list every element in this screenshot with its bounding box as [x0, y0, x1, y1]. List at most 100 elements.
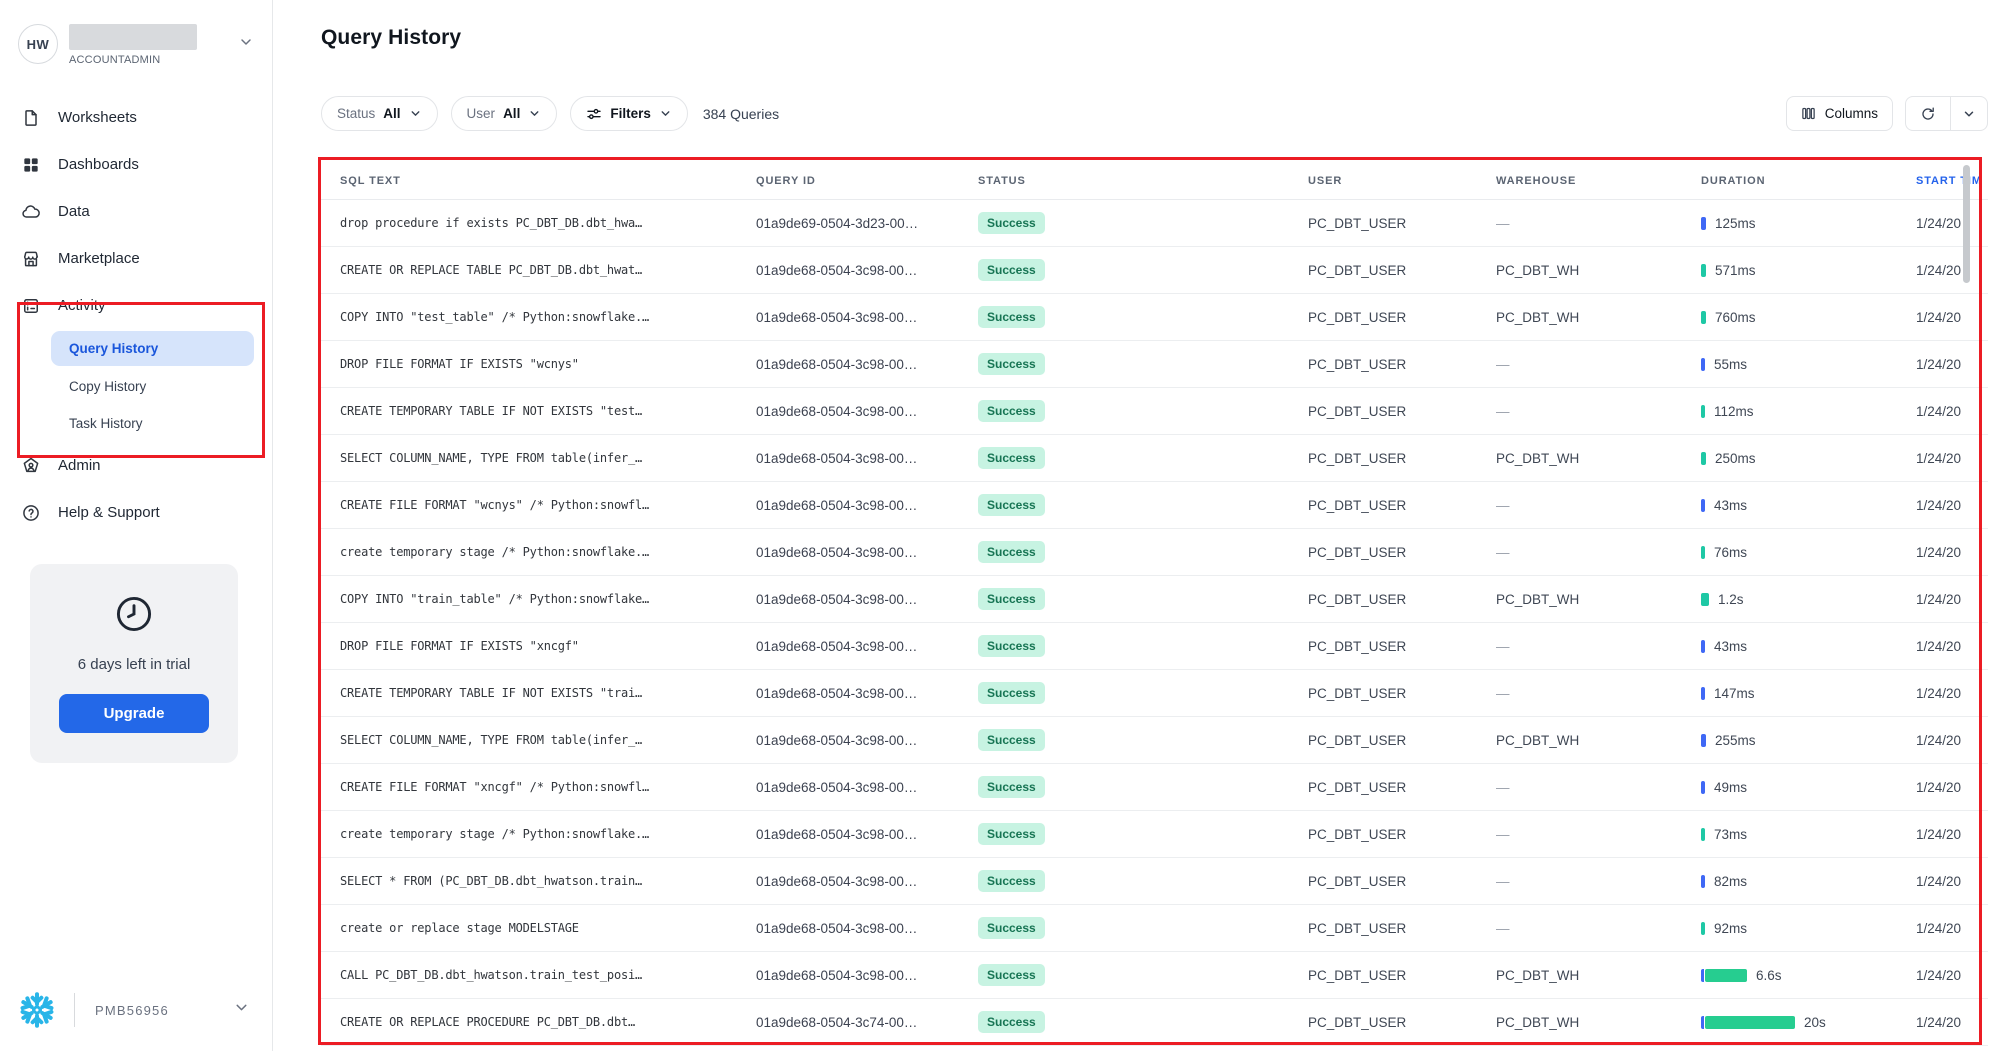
duration-cell: 147ms — [1701, 686, 1916, 701]
status-badge: Success — [978, 400, 1045, 422]
duration-label: 147ms — [1714, 686, 1755, 701]
avatar: HW — [18, 24, 58, 64]
columns-button[interactable]: Columns — [1786, 96, 1893, 131]
table-row[interactable]: CREATE FILE FORMAT "wcnys" /* Python:sno… — [321, 482, 1988, 529]
query-id-cell: 01a9de68-0504-3c98-00… — [756, 780, 978, 795]
column-header-start-time[interactable]: START TIME — [1916, 175, 1988, 187]
user-cell: PC_DBT_USER — [1308, 451, 1496, 466]
account-switcher[interactable]: HW ACCOUNTADMIN — [0, 0, 272, 66]
table-row[interactable]: COPY INTO "test_table" /* Python:snowfla… — [321, 294, 1988, 341]
refresh-icon — [1920, 106, 1936, 122]
column-header-status[interactable]: STATUS — [978, 175, 1308, 187]
query-history-table: SQL TEXT QUERY ID STATUS USER WAREHOUSE … — [321, 162, 1988, 1046]
table-row[interactable]: DROP FILE FORMAT IF EXISTS "wcnys" 01a9d… — [321, 341, 1988, 388]
sidebar-subitem-task-history[interactable]: Task History — [0, 405, 272, 442]
toolbar: Status All User All Filters 384 Queries … — [321, 96, 1988, 131]
duration-bar — [1701, 546, 1705, 559]
sql-text-cell: CREATE FILE FORMAT "wcnys" /* Python:sno… — [340, 498, 756, 512]
sidebar-item-data[interactable]: Data — [0, 188, 272, 235]
table-row[interactable]: CREATE TEMPORARY TABLE IF NOT EXISTS "te… — [321, 388, 1988, 435]
query-id-cell: 01a9de68-0504-3c98-00… — [756, 921, 978, 936]
sql-text-cell: CREATE OR REPLACE PROCEDURE PC_DBT_DB.db… — [340, 1015, 756, 1029]
duration-bar — [1701, 640, 1705, 653]
table-row[interactable]: create temporary stage /* Python:snowfla… — [321, 811, 1988, 858]
duration-cell: 49ms — [1701, 780, 1916, 795]
column-header-query-id[interactable]: QUERY ID — [756, 175, 978, 187]
column-header-duration[interactable]: DURATION — [1701, 175, 1916, 187]
columns-button-label: Columns — [1825, 106, 1878, 121]
sql-text-cell: DROP FILE FORMAT IF EXISTS "wcnys" — [340, 357, 756, 371]
table-row[interactable]: SELECT COLUMN_NAME, TYPE FROM table(infe… — [321, 435, 1988, 482]
account-name-redacted — [69, 24, 197, 50]
vertical-scrollbar-thumb[interactable] — [1963, 165, 1970, 283]
duration-bar — [1701, 499, 1705, 512]
sidebar-subitem-query-history[interactable]: Query History — [51, 331, 254, 366]
table-row[interactable]: DROP FILE FORMAT IF EXISTS "xncgf" 01a9d… — [321, 623, 1988, 670]
status-badge: Success — [978, 259, 1045, 281]
account-id: PMB56956 — [95, 1003, 233, 1018]
sidebar-item-label: Dashboards — [58, 156, 139, 173]
sidebar-item-help-support[interactable]: Help & Support — [0, 489, 272, 536]
duration-label: 73ms — [1714, 827, 1747, 842]
sidebar-item-label: Admin — [58, 457, 101, 474]
warehouse-cell: PC_DBT_WH — [1496, 1015, 1701, 1030]
sidebar-subitem-copy-history[interactable]: Copy History — [0, 368, 272, 405]
start-time-cell: 1/24/20 — [1916, 498, 1988, 513]
snowsight-app: HW ACCOUNTADMIN Worksheets Dashboards Da… — [0, 0, 2000, 1051]
upgrade-button[interactable]: Upgrade — [59, 694, 209, 733]
start-time-cell: 1/24/20 — [1916, 357, 1988, 372]
column-header-sql-text[interactable]: SQL TEXT — [340, 175, 756, 187]
duration-bar-lead — [1701, 1016, 1704, 1029]
warehouse-cell: PC_DBT_WH — [1496, 592, 1701, 607]
table-row[interactable]: drop procedure if exists PC_DBT_DB.dbt_h… — [321, 200, 1988, 247]
table-row[interactable]: SELECT COLUMN_NAME, TYPE FROM table(infe… — [321, 717, 1988, 764]
start-time-cell: 1/24/20 — [1916, 827, 1988, 842]
user-cell: PC_DBT_USER — [1308, 263, 1496, 278]
column-header-user[interactable]: USER — [1308, 175, 1496, 187]
table-row[interactable]: create or replace stage MODELSTAGE 01a9d… — [321, 905, 1988, 952]
status-badge: Success — [978, 212, 1045, 234]
user-filter[interactable]: User All — [451, 96, 558, 131]
sql-text-cell: SELECT * FROM (PC_DBT_DB.dbt_hwatson.tra… — [340, 874, 756, 888]
status-cell: Success — [978, 494, 1308, 516]
table-row[interactable]: CALL PC_DBT_DB.dbt_hwatson.train_test_po… — [321, 952, 1988, 999]
table-row[interactable]: CREATE TEMPORARY TABLE IF NOT EXISTS "tr… — [321, 670, 1988, 717]
duration-bar — [1701, 828, 1705, 841]
user-filter-label: User — [467, 106, 496, 121]
status-filter[interactable]: Status All — [321, 96, 438, 131]
status-cell: Success — [978, 682, 1308, 704]
query-id-cell: 01a9de68-0504-3c98-00… — [756, 639, 978, 654]
table-row[interactable]: COPY INTO "train_table" /* Python:snowfl… — [321, 576, 1988, 623]
table-row[interactable]: CREATE OR REPLACE TABLE PC_DBT_DB.dbt_hw… — [321, 247, 1988, 294]
refresh-options-button[interactable] — [1951, 97, 1987, 130]
column-header-warehouse[interactable]: WAREHOUSE — [1496, 175, 1701, 187]
table-row[interactable]: CREATE FILE FORMAT "xncgf" /* Python:sno… — [321, 764, 1988, 811]
table-row[interactable]: SELECT * FROM (PC_DBT_DB.dbt_hwatson.tra… — [321, 858, 1988, 905]
account-role: ACCOUNTADMIN — [69, 54, 227, 66]
chevron-down-icon[interactable] — [233, 999, 250, 1021]
user-cell: PC_DBT_USER — [1308, 639, 1496, 654]
start-time-cell: 1/24/20 — [1916, 921, 1988, 936]
sidebar-item-dashboards[interactable]: Dashboards — [0, 141, 272, 188]
user-cell: PC_DBT_USER — [1308, 310, 1496, 325]
user-filter-value: All — [503, 106, 520, 121]
refresh-button[interactable] — [1906, 97, 1951, 130]
duration-label: 112ms — [1714, 404, 1754, 419]
sidebar-item-admin[interactable]: Admin — [0, 442, 272, 489]
start-time-cell: 1/24/20 — [1916, 263, 1988, 278]
warehouse-cell: — — [1496, 827, 1701, 842]
sidebar-item-marketplace[interactable]: Marketplace — [0, 235, 272, 282]
status-cell: Success — [978, 447, 1308, 469]
filters-button[interactable]: Filters — [570, 96, 688, 131]
sql-text-cell: COPY INTO "train_table" /* Python:snowfl… — [340, 592, 756, 606]
sidebar-item-activity[interactable]: Activity — [0, 282, 272, 329]
table-row[interactable]: create temporary stage /* Python:snowfla… — [321, 529, 1988, 576]
sidebar-item-worksheets[interactable]: Worksheets — [0, 94, 272, 141]
trial-card: 6 days left in trial Upgrade — [30, 564, 238, 763]
sidebar-item-label: Activity — [58, 297, 106, 314]
status-badge: Success — [978, 588, 1045, 610]
duration-cell: 92ms — [1701, 921, 1916, 936]
activity-icon — [21, 296, 41, 316]
admin-icon — [21, 456, 41, 476]
table-row[interactable]: CREATE OR REPLACE PROCEDURE PC_DBT_DB.db… — [321, 999, 1988, 1046]
